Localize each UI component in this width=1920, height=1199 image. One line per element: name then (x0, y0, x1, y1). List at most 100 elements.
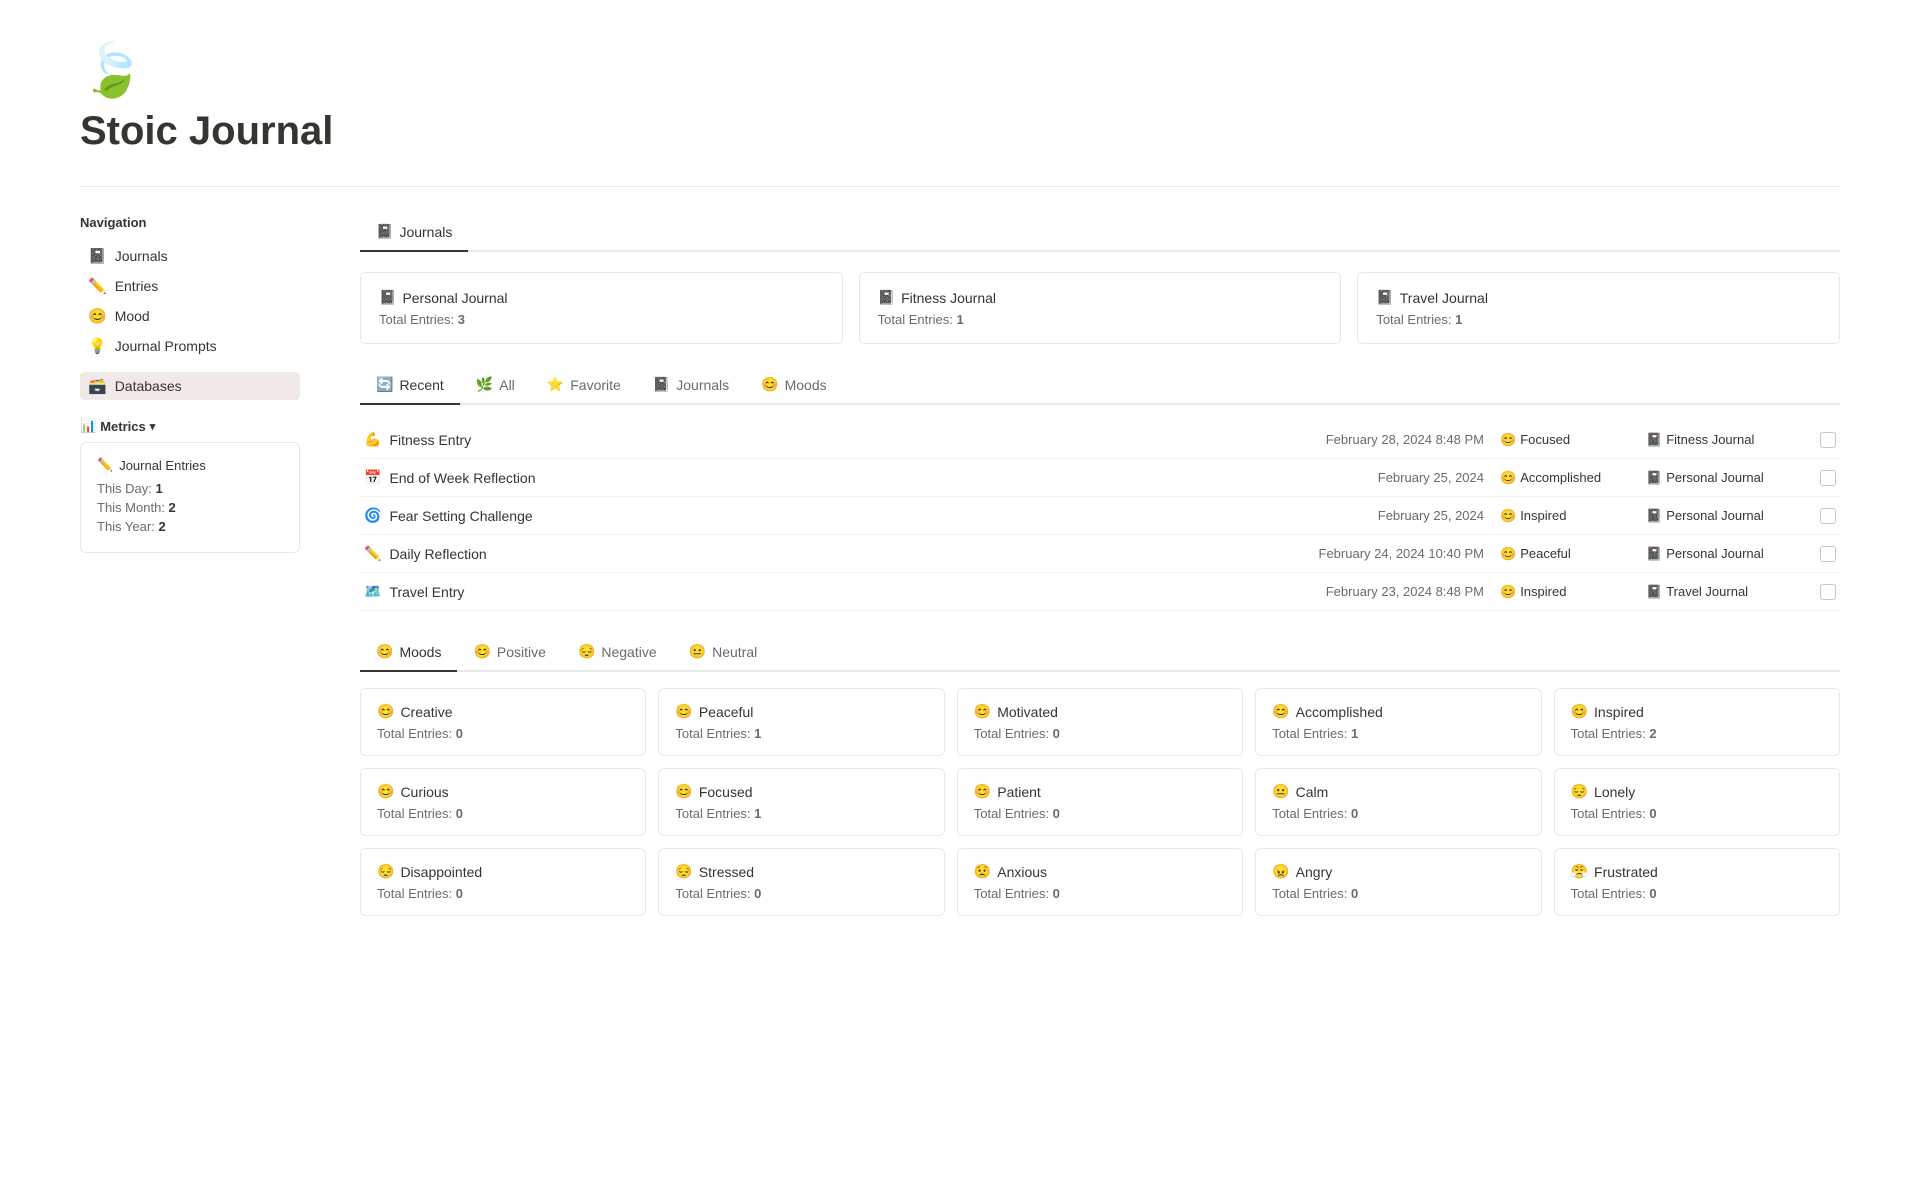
journal-card-fitness[interactable]: 📓 Fitness Journal Total Entries: 1 (859, 272, 1342, 344)
entry-journal-icon-fitness: 📓 (1646, 432, 1662, 448)
entry-date-travel: February 23, 2024 8:48 PM (1264, 584, 1484, 599)
moods-tab-positive[interactable]: 😊 Positive (457, 635, 561, 672)
entry-row-travel[interactable]: 🗺️ Travel Entry February 23, 2024 8:48 P… (360, 573, 1840, 611)
tab-journals[interactable]: 📓 Journals (360, 215, 468, 252)
entry-meta-daily-reflection: February 24, 2024 10:40 PM 😊 Peaceful 📓 … (1264, 546, 1836, 562)
metrics-card: ✏️ Journal Entries This Day: 1 This Mont… (80, 442, 300, 553)
sidebar-item-mood[interactable]: 😊 Mood (80, 302, 300, 330)
entry-journal-daily-reflection: 📓 Personal Journal (1646, 546, 1796, 562)
mood-card-accomplished[interactable]: 😊 Accomplished Total Entries: 1 (1255, 688, 1541, 756)
mood-icon-motivated: 😊 (974, 703, 991, 720)
travel-journal-icon: 📓 (1376, 289, 1393, 306)
moods-tab-negative[interactable]: 😔 Negative (562, 635, 673, 672)
metrics-chevron-icon[interactable]: ▾ (150, 420, 156, 433)
entry-checkbox-week-reflection[interactable] (1820, 470, 1836, 486)
mood-icon-patient: 😊 (974, 783, 991, 800)
mood-icon-focused: 😊 (675, 783, 692, 800)
moods-tab-neutral[interactable]: 😐 Neutral (673, 635, 774, 672)
entry-row-week-reflection[interactable]: 📅 End of Week Reflection February 25, 20… (360, 459, 1840, 497)
entry-mood-daily-reflection: 😊 Peaceful (1500, 546, 1630, 562)
mood-card-title-patient: 😊 Patient (974, 783, 1226, 800)
entry-checkbox-daily-reflection[interactable] (1820, 546, 1836, 562)
journal-card-travel[interactable]: 📓 Travel Journal Total Entries: 1 (1357, 272, 1840, 344)
entry-title-week-reflection: 📅 End of Week Reflection (364, 469, 1264, 486)
filter-tab-all[interactable]: 🌿 All (460, 368, 531, 405)
entry-row-daily-reflection[interactable]: ✏️ Daily Reflection February 24, 2024 10… (360, 535, 1840, 573)
entry-mood-fitness: 😊 Focused (1500, 432, 1630, 448)
mood-card-meta-focused: Total Entries: 1 (675, 806, 927, 821)
mood-card-meta-angry: Total Entries: 0 (1272, 886, 1524, 901)
mood-card-focused[interactable]: 😊 Focused Total Entries: 1 (658, 768, 944, 836)
mood-card-title-calm: 😐 Calm (1272, 783, 1524, 800)
mood-card-meta-accomplished: Total Entries: 1 (1272, 726, 1524, 741)
moods-tab-icon: 😊 (376, 643, 393, 660)
sidebar-item-databases[interactable]: 🗃️ Databases (80, 372, 300, 400)
mood-card-title-curious: 😊 Curious (377, 783, 629, 800)
mood-card-meta-peaceful: Total Entries: 1 (675, 726, 927, 741)
sidebar-item-label-journals: Journals (115, 248, 168, 264)
mood-card-title-disappointed: 😔 Disappointed (377, 863, 629, 880)
entry-checkbox-fitness[interactable] (1820, 432, 1836, 448)
mood-card-peaceful[interactable]: 😊 Peaceful Total Entries: 1 (658, 688, 944, 756)
mood-card-disappointed[interactable]: 😔 Disappointed Total Entries: 0 (360, 848, 646, 916)
mood-icon-anxious: 😟 (974, 863, 991, 880)
mood-card-creative[interactable]: 😊 Creative Total Entries: 0 (360, 688, 646, 756)
entry-checkbox-travel[interactable] (1820, 584, 1836, 600)
entry-title-daily-reflection: ✏️ Daily Reflection (364, 545, 1264, 562)
filter-tab-recent[interactable]: 🔄 Recent (360, 368, 460, 405)
mood-card-curious[interactable]: 😊 Curious Total Entries: 0 (360, 768, 646, 836)
nav-title: Navigation (80, 215, 300, 230)
filter-tab-moods[interactable]: 😊 Moods (745, 368, 842, 405)
mood-card-title-stressed: 😔 Stressed (675, 863, 927, 880)
entry-journal-icon-fear-setting: 📓 (1646, 508, 1662, 524)
mood-card-angry[interactable]: 😠 Angry Total Entries: 0 (1255, 848, 1541, 916)
entry-row-fitness[interactable]: 💪 Fitness Entry February 28, 2024 8:48 P… (360, 421, 1840, 459)
journal-prompts-icon: 💡 (88, 337, 107, 355)
entry-checkbox-fear-setting[interactable] (1820, 508, 1836, 524)
mood-card-patient[interactable]: 😊 Patient Total Entries: 0 (957, 768, 1243, 836)
entry-mood-week-reflection: 😊 Accomplished (1500, 470, 1630, 486)
mood-card-calm[interactable]: 😐 Calm Total Entries: 0 (1255, 768, 1541, 836)
mood-card-meta-motivated: Total Entries: 0 (974, 726, 1226, 741)
journal-entries-icon: ✏️ (97, 457, 113, 473)
mood-card-lonely[interactable]: 😔 Lonely Total Entries: 0 (1554, 768, 1840, 836)
entry-icon-week-reflection: 📅 (364, 469, 381, 486)
mood-card-title-accomplished: 😊 Accomplished (1272, 703, 1524, 720)
databases-icon: 🗃️ (88, 377, 107, 395)
entry-title-fear-setting: 🌀 Fear Setting Challenge (364, 507, 1264, 524)
sidebar-item-journals[interactable]: 📓 Journals (80, 242, 300, 270)
sidebar-item-entries[interactable]: ✏️ Entries (80, 272, 300, 300)
mood-card-title-creative: 😊 Creative (377, 703, 629, 720)
filter-tab-journals[interactable]: 📓 Journals (637, 368, 745, 405)
moods-tab-all[interactable]: 😊 Moods (360, 635, 457, 672)
mood-icon-creative: 😊 (377, 703, 394, 720)
journal-cards: 📓 Personal Journal Total Entries: 3 📓 Fi… (360, 272, 1840, 344)
filter-tab-favorite[interactable]: ⭐ Favorite (531, 368, 637, 405)
mood-card-motivated[interactable]: 😊 Motivated Total Entries: 0 (957, 688, 1243, 756)
mood-card-meta-disappointed: Total Entries: 0 (377, 886, 629, 901)
journal-card-title-personal: 📓 Personal Journal (379, 289, 824, 306)
mood-card-stressed[interactable]: 😔 Stressed Total Entries: 0 (658, 848, 944, 916)
filter-bar: 🔄 Recent 🌿 All ⭐ Favorite 📓 Journals 😊 (360, 368, 1840, 405)
main-tab-bar: 📓 Journals (360, 215, 1840, 252)
mood-card-meta-frustrated: Total Entries: 0 (1571, 886, 1823, 901)
entry-list: 💪 Fitness Entry February 28, 2024 8:48 P… (360, 421, 1840, 611)
mood-icon-frustrated: 😤 (1571, 863, 1588, 880)
mood-card-meta-calm: Total Entries: 0 (1272, 806, 1524, 821)
journal-card-meta-personal: Total Entries: 3 (379, 312, 824, 327)
sidebar-item-journal-prompts[interactable]: 💡 Journal Prompts (80, 332, 300, 360)
metrics-this-month: This Month: 2 (97, 500, 283, 515)
mood-card-meta-lonely: Total Entries: 0 (1571, 806, 1823, 821)
mood-card-title-lonely: 😔 Lonely (1571, 783, 1823, 800)
journal-card-personal[interactable]: 📓 Personal Journal Total Entries: 3 (360, 272, 843, 344)
metrics-card-title: ✏️ Journal Entries (97, 457, 283, 473)
mood-icon-lonely: 😔 (1571, 783, 1588, 800)
entry-icon-daily-reflection: ✏️ (364, 545, 381, 562)
mood-icon-curious: 😊 (377, 783, 394, 800)
entries-icon: ✏️ (88, 277, 107, 295)
entry-row-fear-setting[interactable]: 🌀 Fear Setting Challenge February 25, 20… (360, 497, 1840, 535)
mood-card-inspired[interactable]: 😊 Inspired Total Entries: 2 (1554, 688, 1840, 756)
mood-card-frustrated[interactable]: 😤 Frustrated Total Entries: 0 (1554, 848, 1840, 916)
mood-card-anxious[interactable]: 😟 Anxious Total Entries: 0 (957, 848, 1243, 916)
nav-menu: 📓 Journals ✏️ Entries 😊 Mood 💡 Journal P… (80, 242, 300, 360)
